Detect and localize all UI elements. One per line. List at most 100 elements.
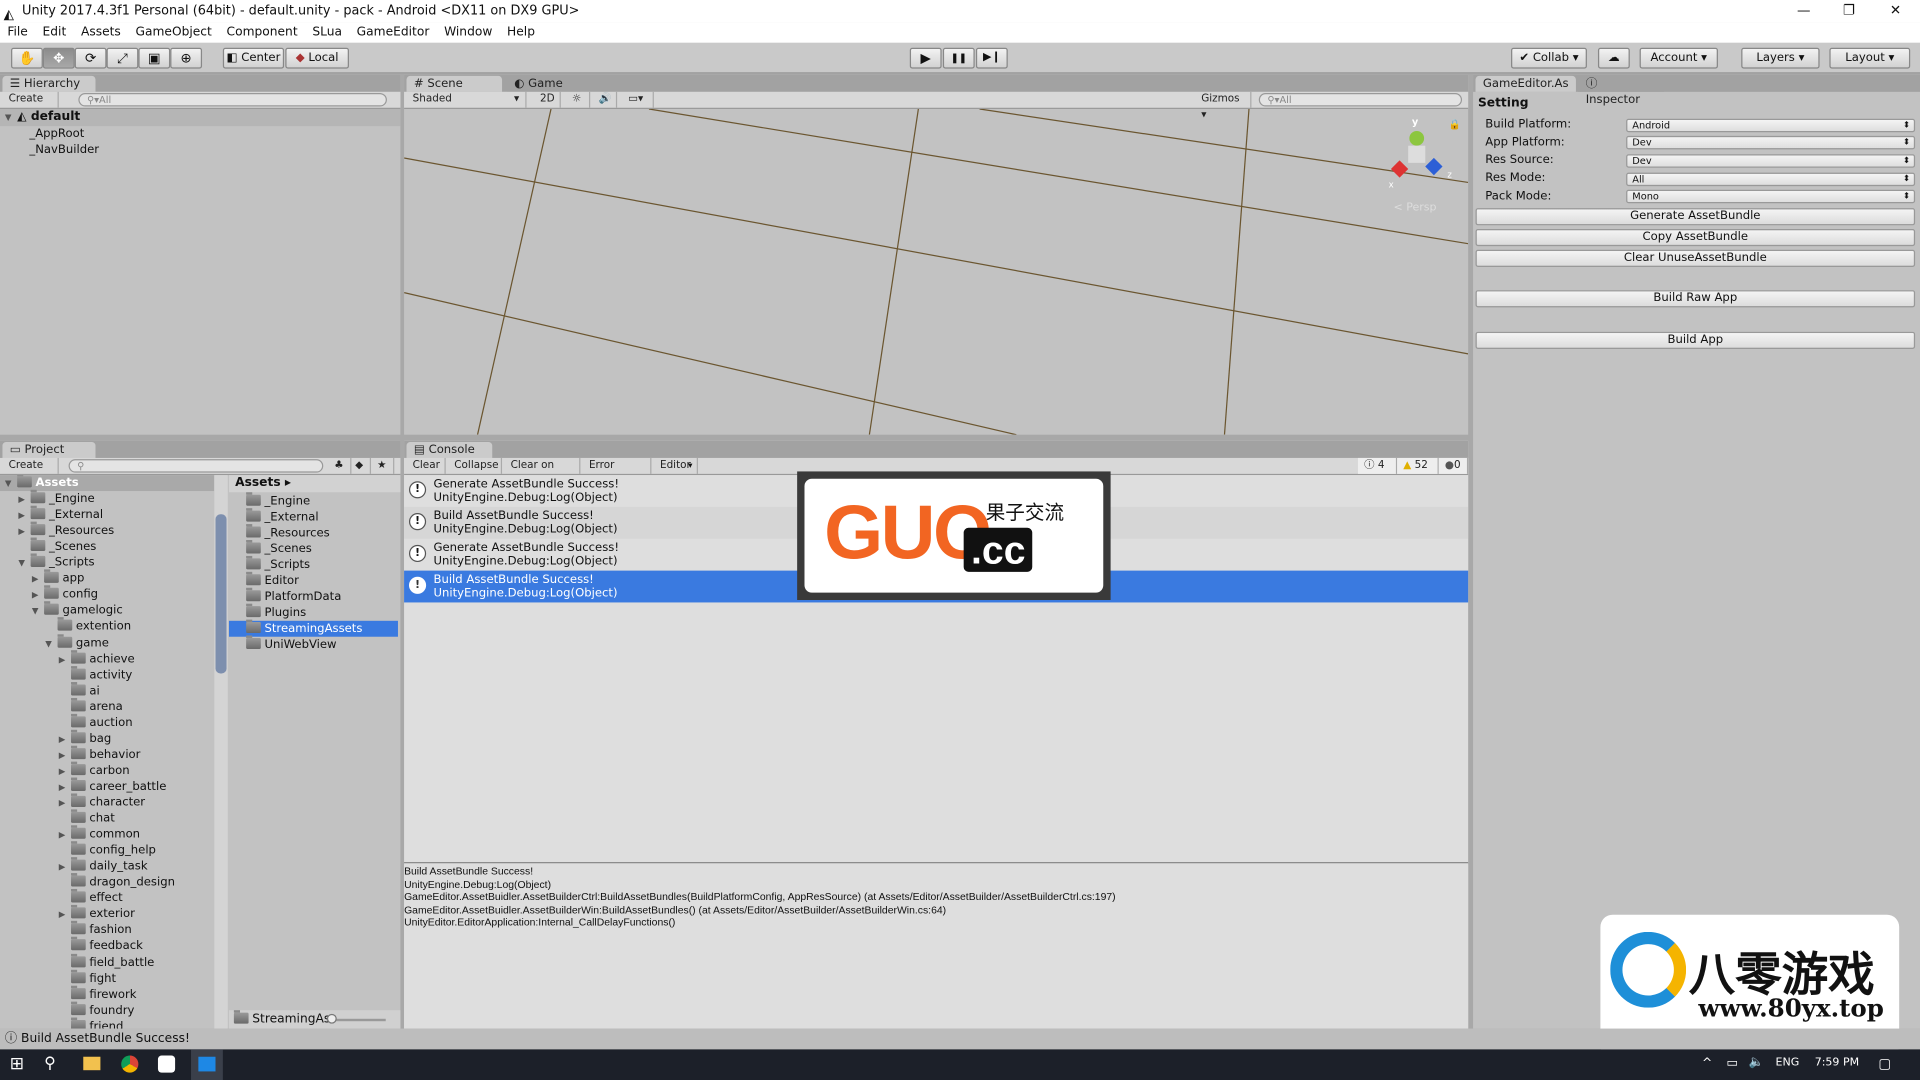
expand-arrow-icon[interactable]: ▶ bbox=[18, 492, 30, 508]
copy-assetbundle-button[interactable]: Copy AssetBundle bbox=[1475, 228, 1916, 247]
rotate-icon[interactable]: ⟳ bbox=[74, 47, 107, 69]
minimize-button[interactable]: — bbox=[1782, 0, 1826, 22]
console-clear-button[interactable]: Clear bbox=[407, 457, 446, 474]
expand-arrow-icon[interactable]: ▶ bbox=[59, 764, 71, 780]
tree-item[interactable]: ▶ _External bbox=[0, 505, 214, 524]
project-create-button[interactable]: Create ▾ bbox=[2, 457, 59, 487]
app-icon[interactable] bbox=[157, 1055, 176, 1073]
folder-item[interactable]: _External bbox=[229, 508, 398, 525]
tree-item[interactable]: ▶ career_battle bbox=[0, 777, 214, 796]
tab-console[interactable]: ▤ Console bbox=[406, 442, 493, 458]
file-explorer-icon[interactable] bbox=[83, 1056, 101, 1071]
restore-button[interactable]: ❐ bbox=[1827, 0, 1871, 22]
windows-start-icon[interactable]: ⊞ bbox=[10, 1054, 24, 1074]
hierarchy-item[interactable]: _AppRoot bbox=[29, 126, 84, 142]
expand-arrow-icon[interactable]: ▼ bbox=[45, 636, 57, 652]
folder-item[interactable]: _Resources bbox=[229, 524, 398, 541]
tab-project[interactable]: ▭ Project bbox=[2, 442, 96, 458]
console-clear-on-play-button[interactable]: Clear on Play bbox=[504, 457, 581, 487]
scrollbar-thumb[interactable] bbox=[215, 514, 227, 674]
menu-component[interactable]: Component bbox=[219, 22, 305, 43]
tree-item[interactable]: friend bbox=[0, 1017, 214, 1029]
expand-arrow-icon[interactable]: ▶ bbox=[59, 860, 71, 876]
hierarchy-search-input[interactable]: ⚲▾All bbox=[78, 93, 387, 107]
expand-arrow-icon[interactable]: ▶ bbox=[59, 780, 71, 796]
expand-arrow-icon[interactable]: ▶ bbox=[59, 652, 71, 668]
network-icon[interactable]: ▭ bbox=[1727, 1057, 1739, 1070]
layout-dropdown[interactable]: Layout ▾ bbox=[1829, 47, 1911, 69]
tree-item[interactable]: ▶ carbon bbox=[0, 761, 214, 780]
tree-item[interactable]: ▼ Assets bbox=[0, 475, 215, 492]
lighting-toggle-icon[interactable]: ☼ bbox=[566, 91, 591, 108]
audio-toggle-icon[interactable]: 🔊 bbox=[593, 91, 618, 108]
tree-item[interactable]: chat bbox=[0, 809, 214, 827]
scene-viewport[interactable]: y x z 🔒 < Persp bbox=[404, 108, 1469, 435]
menu-window[interactable]: Window bbox=[437, 22, 500, 43]
folder-item[interactable]: _Scenes bbox=[229, 540, 398, 557]
expand-arrow-icon[interactable]: ▶ bbox=[59, 732, 71, 748]
error-count-toggle[interactable]: ●0 bbox=[1438, 457, 1469, 474]
expand-arrow-icon[interactable]: ▶ bbox=[18, 508, 30, 524]
tree-item[interactable]: ▶ bag bbox=[0, 729, 214, 748]
tab-game[interactable]: ◐ Game bbox=[506, 75, 581, 92]
persp-label[interactable]: < Persp bbox=[1393, 202, 1436, 214]
step-button[interactable]: ▶❙ bbox=[975, 47, 1008, 69]
folder-item[interactable]: PlatformData bbox=[229, 588, 398, 605]
console-error-pause-button[interactable]: Error Pause bbox=[583, 457, 652, 487]
tab-gameeditor[interactable]: GameEditor.As bbox=[1475, 75, 1576, 92]
tree-item[interactable]: fight bbox=[0, 969, 214, 986]
layers-dropdown[interactable]: Layers ▾ bbox=[1741, 47, 1820, 69]
tree-item[interactable]: ▶ _Engine bbox=[0, 489, 214, 508]
y-axis-cone[interactable] bbox=[1409, 131, 1425, 146]
volume-icon[interactable]: 🔈 bbox=[1749, 1056, 1764, 1069]
tree-item[interactable]: ai bbox=[0, 681, 214, 699]
tree-item[interactable]: ▶ config bbox=[0, 585, 214, 603]
slider-handle[interactable] bbox=[326, 1013, 337, 1024]
build-raw-app-button[interactable]: Build Raw App bbox=[1475, 290, 1916, 308]
hand-icon[interactable]: ✋ bbox=[11, 47, 43, 69]
tree-item[interactable]: extention bbox=[0, 617, 214, 635]
z-axis-cone[interactable] bbox=[1425, 157, 1443, 176]
tree-item[interactable]: ▼ gamelogic bbox=[0, 601, 214, 619]
tree-item[interactable]: ▶ _Resources bbox=[0, 521, 214, 540]
filter-label-icon[interactable]: ◆ bbox=[349, 457, 371, 474]
tree-item[interactable]: ▼ _Scripts bbox=[0, 553, 214, 572]
tray-chevron-icon[interactable]: ^ bbox=[1702, 1057, 1712, 1070]
folder-item[interactable]: _Scripts bbox=[229, 556, 398, 573]
2d-toggle[interactable]: 2D bbox=[534, 91, 561, 108]
tab-hierarchy[interactable]: ☰ Hierarchy bbox=[2, 75, 96, 92]
tree-item[interactable]: dragon_design bbox=[0, 873, 214, 891]
console-collapse-button[interactable]: Collapse bbox=[448, 457, 503, 474]
expand-arrow-icon[interactable]: ▶ bbox=[59, 908, 71, 924]
lock-icon[interactable]: 🔒 bbox=[1449, 119, 1461, 130]
tree-item[interactable]: fashion bbox=[0, 921, 214, 939]
folder-item[interactable]: Editor bbox=[229, 572, 398, 589]
notification-icon[interactable]: ▢ bbox=[1878, 1056, 1891, 1072]
pivot-center-button[interactable]: ◧ Center bbox=[222, 47, 285, 69]
scene-orientation-gizmo[interactable]: y x z bbox=[1384, 116, 1457, 202]
field-dropdown[interactable]: Dev ⬍ bbox=[1626, 136, 1916, 150]
tree-item[interactable]: ▶ daily_task bbox=[0, 857, 214, 876]
tree-item[interactable]: foundry bbox=[0, 1001, 214, 1018]
tree-item[interactable]: ▶ behavior bbox=[0, 745, 214, 763]
field-dropdown[interactable]: All ⬍ bbox=[1626, 172, 1916, 186]
folder-item[interactable]: StreamingAssets bbox=[228, 620, 398, 638]
tree-item[interactable]: auction bbox=[0, 713, 214, 731]
menu-help[interactable]: Help bbox=[500, 22, 543, 43]
collab-button[interactable]: ✔ Collab ▾ bbox=[1511, 47, 1587, 69]
scene-root-row[interactable]: ▼ ◭ default bbox=[0, 108, 401, 127]
close-button[interactable]: ✕ bbox=[1873, 0, 1917, 22]
move-icon[interactable]: ✥ bbox=[42, 47, 75, 69]
expand-arrow-icon[interactable]: ▶ bbox=[59, 796, 71, 812]
tab-scene[interactable]: # Scene bbox=[406, 75, 503, 92]
expand-arrow-icon[interactable]: ▶ bbox=[18, 524, 30, 540]
transform-icon[interactable]: ⊕ bbox=[170, 47, 203, 69]
expand-arrow-icon[interactable]: ▼ bbox=[18, 556, 30, 572]
field-dropdown[interactable]: Android ⬍ bbox=[1626, 118, 1916, 132]
scene-search-input[interactable]: ⚲▾All bbox=[1258, 93, 1463, 107]
expand-arrow-icon[interactable]: ▶ bbox=[59, 828, 71, 844]
folder-item[interactable]: Plugins bbox=[229, 604, 398, 621]
pivot-local-button[interactable]: ◆ Local bbox=[285, 47, 349, 69]
field-dropdown[interactable]: Dev ⬍ bbox=[1626, 154, 1916, 168]
tree-item[interactable]: activity bbox=[0, 665, 214, 683]
